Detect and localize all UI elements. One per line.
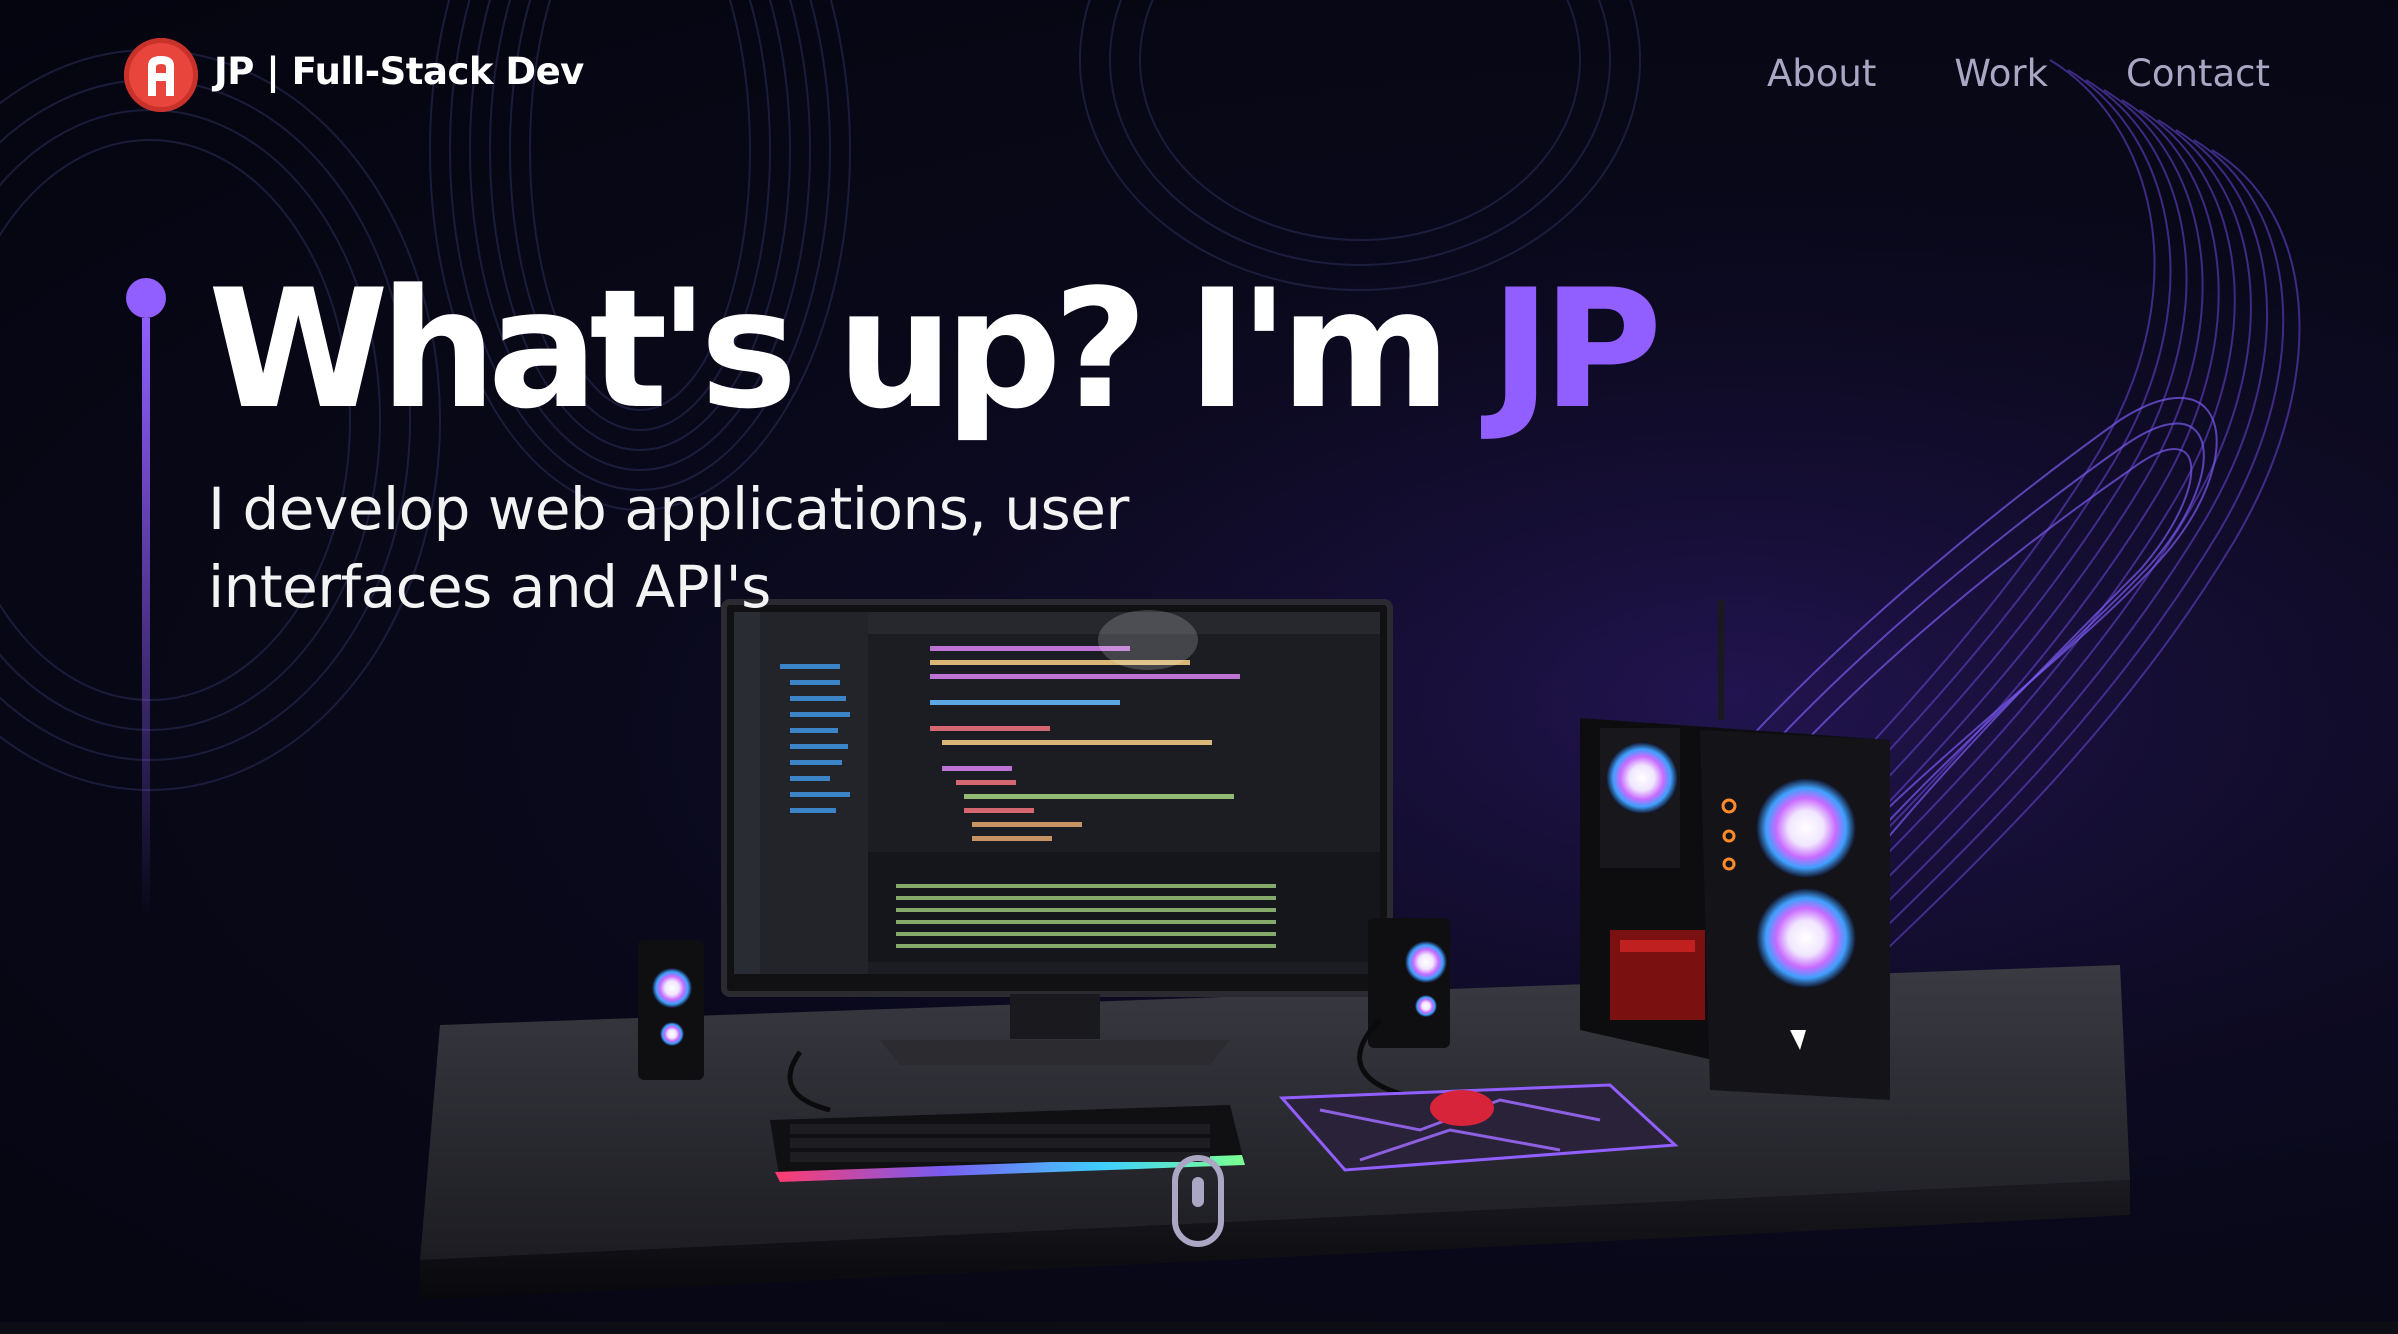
- hero-page: JP | Full-Stack Dev About Work Contact W…: [0, 0, 2398, 1334]
- desk-scene: [420, 599, 2130, 1300]
- scroll-dot: [1192, 1177, 1204, 1207]
- hero-title-name: JP: [1490, 254, 1662, 445]
- hero-title-prefix: What's up? I'm: [208, 254, 1491, 445]
- hero-subtitle: I develop web applications, user interfa…: [208, 475, 1129, 621]
- scroll-mouse-icon[interactable]: [1172, 1155, 1224, 1247]
- bottom-bar: [0, 1322, 2398, 1334]
- hero-title: What's up? I'm JP: [208, 258, 1662, 442]
